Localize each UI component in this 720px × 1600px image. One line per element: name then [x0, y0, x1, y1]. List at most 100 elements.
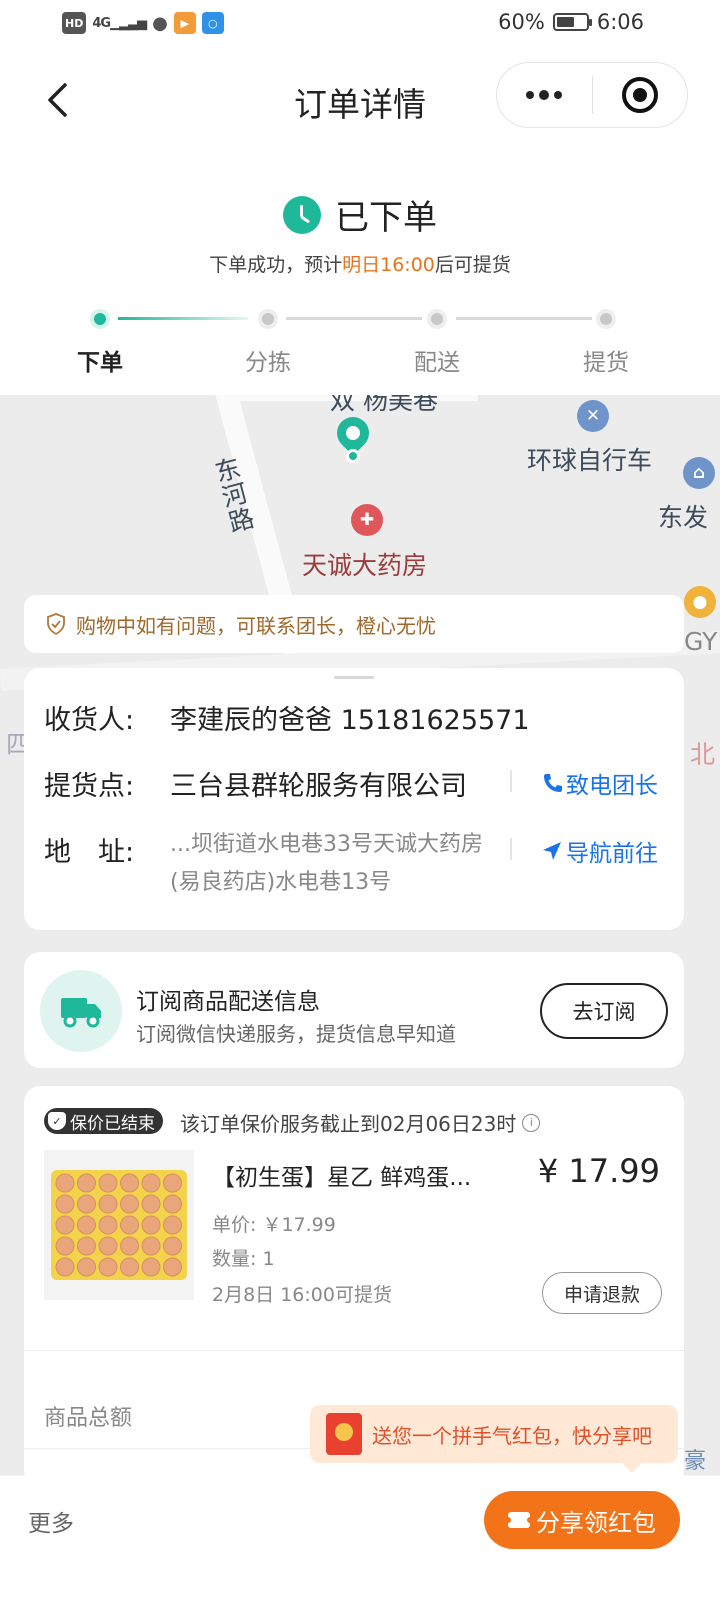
share-button-label: 分享领红包 [536, 1508, 656, 1537]
divider [24, 1350, 684, 1351]
order-progress: 下单 分拣 配送 提货 [0, 305, 720, 385]
map-label: 环球自行车 [527, 446, 653, 475]
shield-icon: ✓ [48, 1112, 66, 1130]
pickup-label: 提货点: [44, 771, 135, 802]
status-icons-left: HD 4G▁▂▃▅ ● ▶ ○ [62, 12, 224, 34]
dot-icon [526, 91, 535, 99]
product-name[interactable]: 【初生蛋】星乙 鲜鸡蛋... [212, 1158, 502, 1192]
refund-button[interactable]: 申请退款 [542, 1272, 662, 1314]
egg [141, 1215, 161, 1235]
battery-level [556, 17, 574, 27]
egg [163, 1257, 182, 1277]
red-packet-tip-text: 送您一个拼手气红包，快分享吧 [372, 1423, 652, 1448]
receiver-row: 收货人: 李建辰的爸爸 15181625571 [44, 698, 664, 737]
red-packet-tooltip[interactable]: 送您一个拼手气红包，快分享吧 [310, 1405, 678, 1473]
signal-icon: 4G▁▂▃▅ [92, 15, 147, 31]
call-leader-button[interactable]: 致电团长 [542, 766, 658, 800]
target-icon [621, 77, 658, 113]
receiver-value: 李建辰的爸爸 15181625571 [170, 705, 530, 736]
battery-icon [552, 13, 592, 31]
map-label: GY [684, 627, 718, 656]
dot-icon [554, 91, 563, 99]
egg [77, 1236, 96, 1256]
pickup-value: 三台县群轮服务有限公司 [170, 771, 467, 802]
step-label-sort: 分拣 [245, 350, 291, 376]
egg [55, 1236, 75, 1256]
egg-tray-image [51, 1170, 187, 1280]
egg [98, 1215, 118, 1235]
truck-icon [61, 998, 101, 1028]
step-label-pickup: 提货 [583, 350, 629, 376]
egg [163, 1215, 182, 1235]
home-icon: ⌂ [683, 457, 715, 489]
subtitle-suffix: 后可提货 [434, 254, 511, 276]
service-tip-bar: 购物中如有问题，可联系团长，橙心无忧 [24, 595, 684, 653]
step-label-order: 下单 [77, 350, 123, 376]
info-icon: i [522, 1113, 541, 1132]
price-protection-note[interactable]: 该订单保价服务截止到02月06日23时 i [180, 1108, 541, 1137]
share-red-packet-button[interactable]: 分享领红包 [484, 1491, 680, 1549]
pickup-eta: 明日16:00 [342, 254, 435, 276]
search-app-icon: ○ [201, 12, 224, 34]
egg [98, 1173, 118, 1193]
bike-shop-icon: ✕ [577, 400, 609, 432]
step-dot [258, 309, 278, 329]
unit-price: 单价: ￥17.99 [212, 1214, 336, 1236]
close-miniprogram-button[interactable] [593, 63, 688, 127]
address-value: ...坝街道水电巷33号天诚大药房(易良药店)水电巷13号 [170, 832, 483, 895]
app-orange-icon: ▶ [173, 12, 196, 34]
map-label: 双 杨美巷 [330, 395, 438, 415]
red-packet-icon [326, 1413, 362, 1455]
egg [55, 1215, 75, 1235]
status-title-row: 已下单 [0, 190, 720, 239]
coupon-icon [505, 1512, 533, 1528]
egg [77, 1173, 96, 1193]
egg [120, 1257, 139, 1277]
more-button[interactable]: 更多 [28, 1504, 74, 1538]
map-label: 天诚大药房 [302, 551, 428, 580]
status-bar: HD 4G▁▂▃▅ ● ▶ ○ 60% 6:06 [0, 0, 720, 50]
pickup-info-card: 收货人: 李建辰的爸爸 15181625571 提货点: 三台县群轮服务有限公司… [24, 668, 684, 930]
status-subtitle: 下单成功，预计明日16:00后可提货 [0, 250, 720, 277]
poi-icon: ● [684, 586, 716, 618]
tip-text: 购物中如有问题，可联系团长，橙心无忧 [76, 613, 436, 638]
map-label: 北 [690, 740, 716, 769]
map-label: 豪 [684, 1449, 707, 1474]
price-protection-badge: ✓ 保价已结束 [44, 1108, 163, 1134]
subscribe-card: 订阅商品配送信息 订阅微信快递服务，提货信息早知道 去订阅 [24, 952, 684, 1068]
clock-icon [283, 195, 321, 234]
product-image[interactable] [44, 1150, 194, 1300]
nav-bar: 订单详情 [0, 50, 720, 150]
egg [98, 1257, 118, 1277]
pickup-time: 2月8日 16:00可提货 [212, 1284, 392, 1306]
egg [55, 1194, 75, 1214]
navigate-label: 导航前往 [566, 841, 658, 867]
map-label: 东发 [658, 503, 709, 532]
egg [98, 1194, 118, 1214]
egg [120, 1173, 139, 1193]
network-type: 4G [92, 15, 111, 31]
egg [141, 1236, 161, 1256]
subscribe-button[interactable]: 去订阅 [540, 983, 668, 1039]
clock-time: 6:06 [596, 10, 644, 34]
egg [163, 1236, 182, 1256]
more-menu-button[interactable] [497, 63, 592, 127]
drag-handle[interactable] [334, 676, 374, 679]
receiver-label: 收货人: [44, 705, 135, 736]
protection-note-text: 该订单保价服务截止到02月06日23时 [180, 1112, 517, 1136]
status-title: 已下单 [335, 198, 437, 238]
egg [77, 1215, 96, 1235]
egg [98, 1236, 118, 1256]
egg [55, 1173, 75, 1193]
battery-percent: 60% [498, 10, 545, 34]
step-dot [427, 309, 447, 329]
egg [163, 1194, 182, 1214]
hd-icon: HD [62, 12, 87, 34]
bottom-action-bar: 更多 分享领红包 [0, 1476, 720, 1600]
separator [510, 770, 512, 792]
subtitle-prefix: 下单成功，预计 [209, 254, 343, 276]
navigate-button[interactable]: 导航前往 [542, 834, 658, 868]
subscribe-title: 订阅商品配送信息 [136, 989, 320, 1015]
progress-line [118, 317, 248, 320]
status-icons-right: 60% 6:06 [498, 10, 644, 34]
